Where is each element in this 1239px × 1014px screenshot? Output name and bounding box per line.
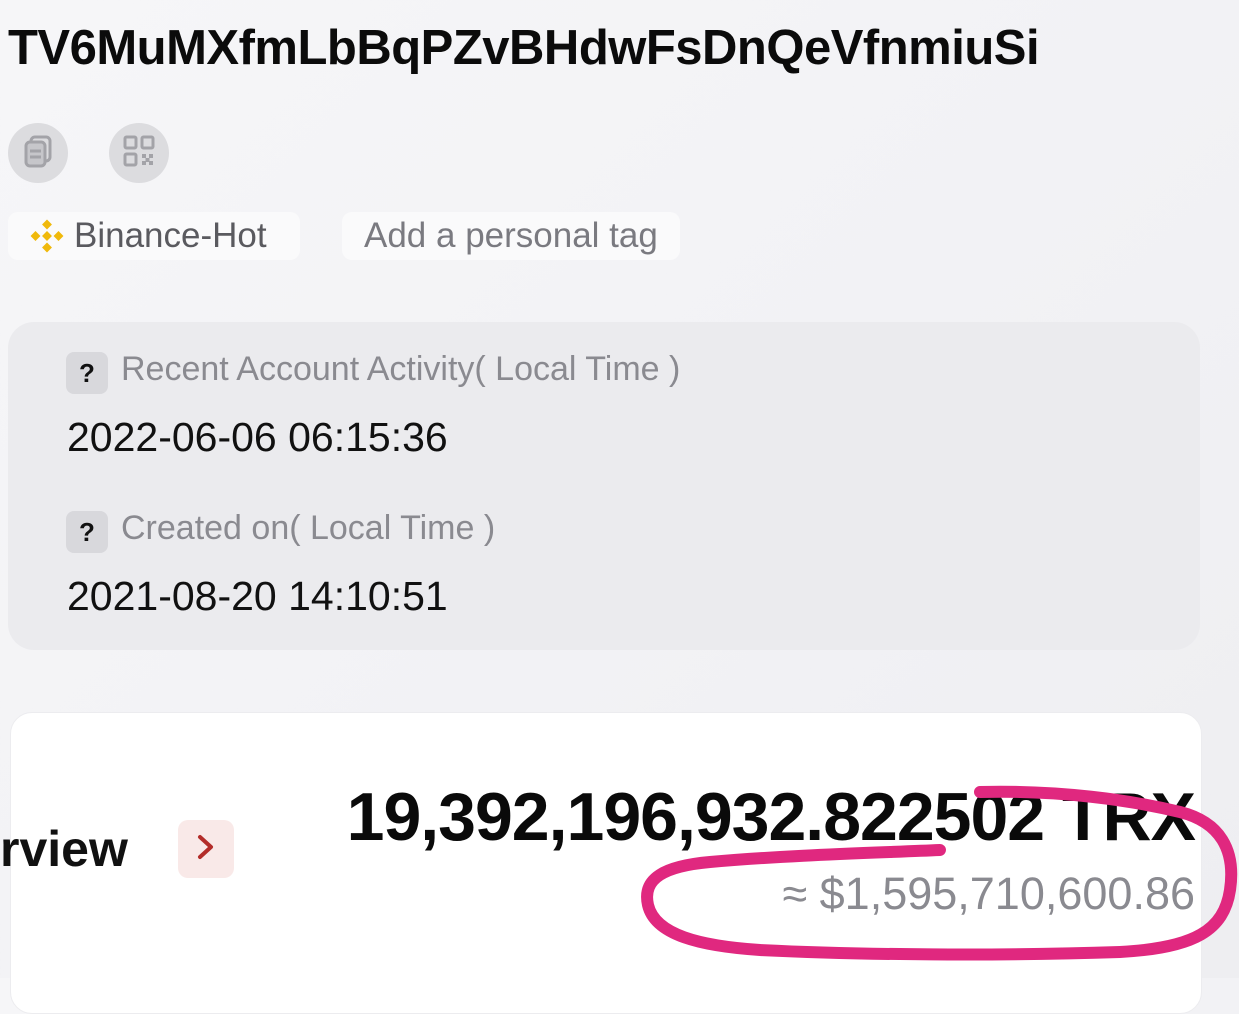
recent-activity-label: Recent Account Activity( Local Time ): [121, 350, 681, 388]
add-personal-tag-label: Add a personal tag: [364, 216, 658, 255]
add-personal-tag-button[interactable]: Add a personal tag: [342, 212, 680, 260]
help-icon[interactable]: ?: [66, 352, 108, 394]
copy-address-button[interactable]: [8, 123, 68, 183]
binance-logo-icon: [30, 219, 64, 253]
created-on-value: 2021-08-20 14:10:51: [67, 573, 448, 619]
overview-expand-button[interactable]: [178, 820, 234, 878]
chevron-right-icon: [195, 833, 217, 866]
exchange-tag-label: Binance-Hot: [74, 216, 267, 255]
overview-label: rview: [0, 821, 128, 877]
usd-balance: ≈ $1,595,710,600.86: [782, 868, 1195, 919]
recent-activity-value: 2022-06-06 06:15:36: [67, 414, 448, 460]
account-address: TV6MuMXfmLbBqPZvBHdwFsDnQeVfnmiuSi: [8, 21, 1040, 75]
trx-balance: 19,392,196,932.822502 TRX: [346, 779, 1196, 855]
help-icon[interactable]: ?: [66, 511, 108, 553]
exchange-tag[interactable]: Binance-Hot: [8, 212, 300, 260]
account-activity-card: ? Recent Account Activity( Local Time ) …: [8, 322, 1200, 650]
copy-icon: [21, 134, 55, 173]
created-on-label: Created on( Local Time ): [121, 509, 496, 547]
qr-code-button[interactable]: [109, 123, 169, 183]
qr-code-icon: [122, 134, 156, 173]
